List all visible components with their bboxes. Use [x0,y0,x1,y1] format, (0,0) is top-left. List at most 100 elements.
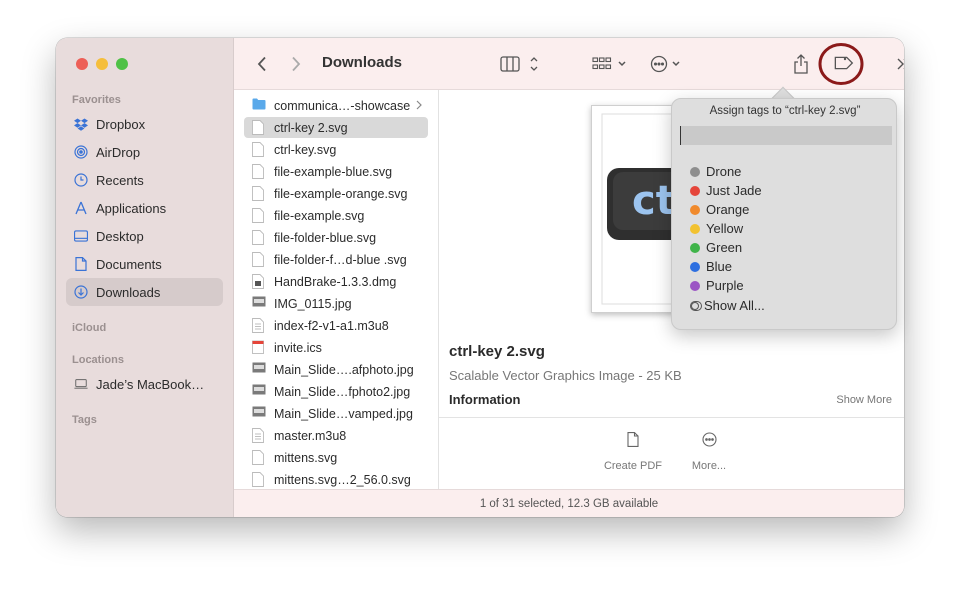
tag-item[interactable]: Purple [690,276,744,295]
close-button[interactable] [76,58,88,70]
show-more-link[interactable]: Show More [836,394,892,406]
file-name: mittens.svg…2_56.0.svg [274,472,411,487]
file-row[interactable]: master.m3u8 [244,425,428,446]
text-file-icon [252,428,264,443]
tag-color-dot [690,166,700,177]
information-heading: Information [449,392,521,407]
file-row[interactable]: ctrl-key 2.svg [244,117,428,138]
tag-item[interactable]: Green [690,238,742,257]
share-icon [794,54,808,74]
file-row[interactable]: HandBrake-1.3.3.dmg [244,271,428,292]
file-name: Main_Slide….afphoto.jpg [274,362,414,377]
ellipsis-circle-icon [650,55,680,73]
file-name: file-example-orange.svg [274,186,408,201]
sidebar-item-recents[interactable]: Recents [66,166,223,194]
sidebar-item-macbook[interactable]: Jade’s MacBook… [66,370,223,398]
file-name: master.m3u8 [274,428,347,443]
more-toolbar-button[interactable] [894,52,904,76]
tag-icon [818,43,864,85]
group-button[interactable] [592,52,628,76]
tag-item[interactable]: Yellow [690,219,743,238]
tag-item[interactable]: Blue [690,257,732,276]
clock-icon [74,173,88,187]
image-icon [252,296,266,311]
tag-label: Green [706,240,743,255]
airdrop-icon [74,145,88,159]
view-mode-button[interactable] [500,52,540,76]
chevron-double-right-icon [897,58,904,70]
tag-label: Purple [706,278,744,293]
sidebar-item-airdrop[interactable]: AirDrop [66,138,223,166]
file-row[interactable]: mittens.svg [244,447,428,468]
file-name: mittens.svg [274,450,338,465]
tag-label: Blue [706,259,733,274]
document-icon [252,186,264,201]
file-row[interactable]: ctrl-key.svg [244,139,428,160]
file-list: communica…-showcase ctrl-key 2.svg ctrl-ke… [234,90,439,489]
document-icon [252,252,264,267]
preview-filename: ctrl-key 2.svg [449,343,545,360]
sidebar-item-label: Dropbox [96,116,146,132]
sidebar-item-desktop[interactable]: Desktop [66,222,223,250]
sidebar-item-label: Documents [96,256,162,272]
sidebar-item-dropbox[interactable]: Dropbox [66,110,223,138]
file-name: file-folder-f…d-blue .svg [274,252,407,267]
columns-view-icon [500,56,538,72]
create-pdf-button[interactable]: Create PDF [599,432,667,474]
document-icon [252,230,264,245]
file-row[interactable]: IMG_0115.jpg [244,293,428,314]
share-button[interactable] [792,52,810,76]
file-row[interactable]: Main_Slide…fphoto2.jpg [244,381,428,402]
document-icon [74,257,88,271]
document-icon [252,164,264,179]
file-name: index-f2-v1-a1.m3u8 [274,318,389,333]
file-row[interactable]: file-example.svg [244,205,428,226]
tag-label: Orange [706,202,750,217]
sidebar-item-label: Recents [96,172,144,188]
more-actions-button[interactable]: More... [683,432,735,474]
chevron-left-icon [257,56,266,72]
sidebar-item-label: Desktop [96,228,144,244]
file-row[interactable]: Main_Slide…vamped.jpg [244,403,428,424]
tag-color-dot [690,280,700,291]
tag-color-dot [690,185,700,196]
tag-item[interactable]: Drone [690,162,741,181]
file-row[interactable]: file-example-orange.svg [244,183,428,204]
tag-search-input[interactable] [680,126,892,145]
tag-item[interactable]: Just Jade [690,181,762,200]
image-icon [252,384,266,399]
tag-label: Drone [706,164,742,179]
sidebar-item-documents[interactable]: Documents [66,250,223,278]
pdf-document-icon [627,432,639,447]
folder-row[interactable]: communica…-showcase [244,95,428,116]
file-row[interactable]: mittens.svg…2_56.0.svg [244,469,428,489]
download-icon [74,285,88,299]
preview-divider [439,417,904,418]
file-row[interactable]: file-folder-blue.svg [244,227,428,248]
file-row[interactable]: file-folder-f…d-blue .svg [244,249,428,270]
file-row[interactable]: index-f2-v1-a1.m3u8 [244,315,428,336]
tags-popover: Assign tags to “ctrl-key 2.svg” Drone Jus… [671,98,897,330]
sidebar-item-downloads[interactable]: Downloads [66,278,223,306]
status-bar: 1 of 31 selected, 12.3 GB available [234,489,904,517]
file-row[interactable]: file-example-blue.svg [244,161,428,182]
minimize-button[interactable] [96,58,108,70]
show-all-tags[interactable]: Show All... [690,296,765,315]
sidebar-item-label: Jade’s MacBook… [96,376,205,392]
file-name: HandBrake-1.3.3.dmg [274,274,397,289]
more-actions-label: More... [691,460,727,472]
zoom-button[interactable] [116,58,128,70]
sidebar-item-applications[interactable]: Applications [66,194,223,222]
tags-button[interactable] [818,42,864,86]
ellipsis-circle-icon [701,432,717,447]
action-menu-button[interactable] [650,52,686,76]
file-row[interactable]: Main_Slide….afphoto.jpg [244,359,428,380]
file-name: file-example-blue.svg [274,164,393,179]
sidebar-section-favorites: Favorites [72,94,121,106]
window-title: Downloads [322,54,403,71]
back-button[interactable] [254,52,270,76]
forward-button[interactable] [288,52,304,76]
file-name: invite.ics [274,340,322,355]
tag-item[interactable]: Orange [690,200,749,219]
file-row[interactable]: invite.ics [244,337,428,358]
